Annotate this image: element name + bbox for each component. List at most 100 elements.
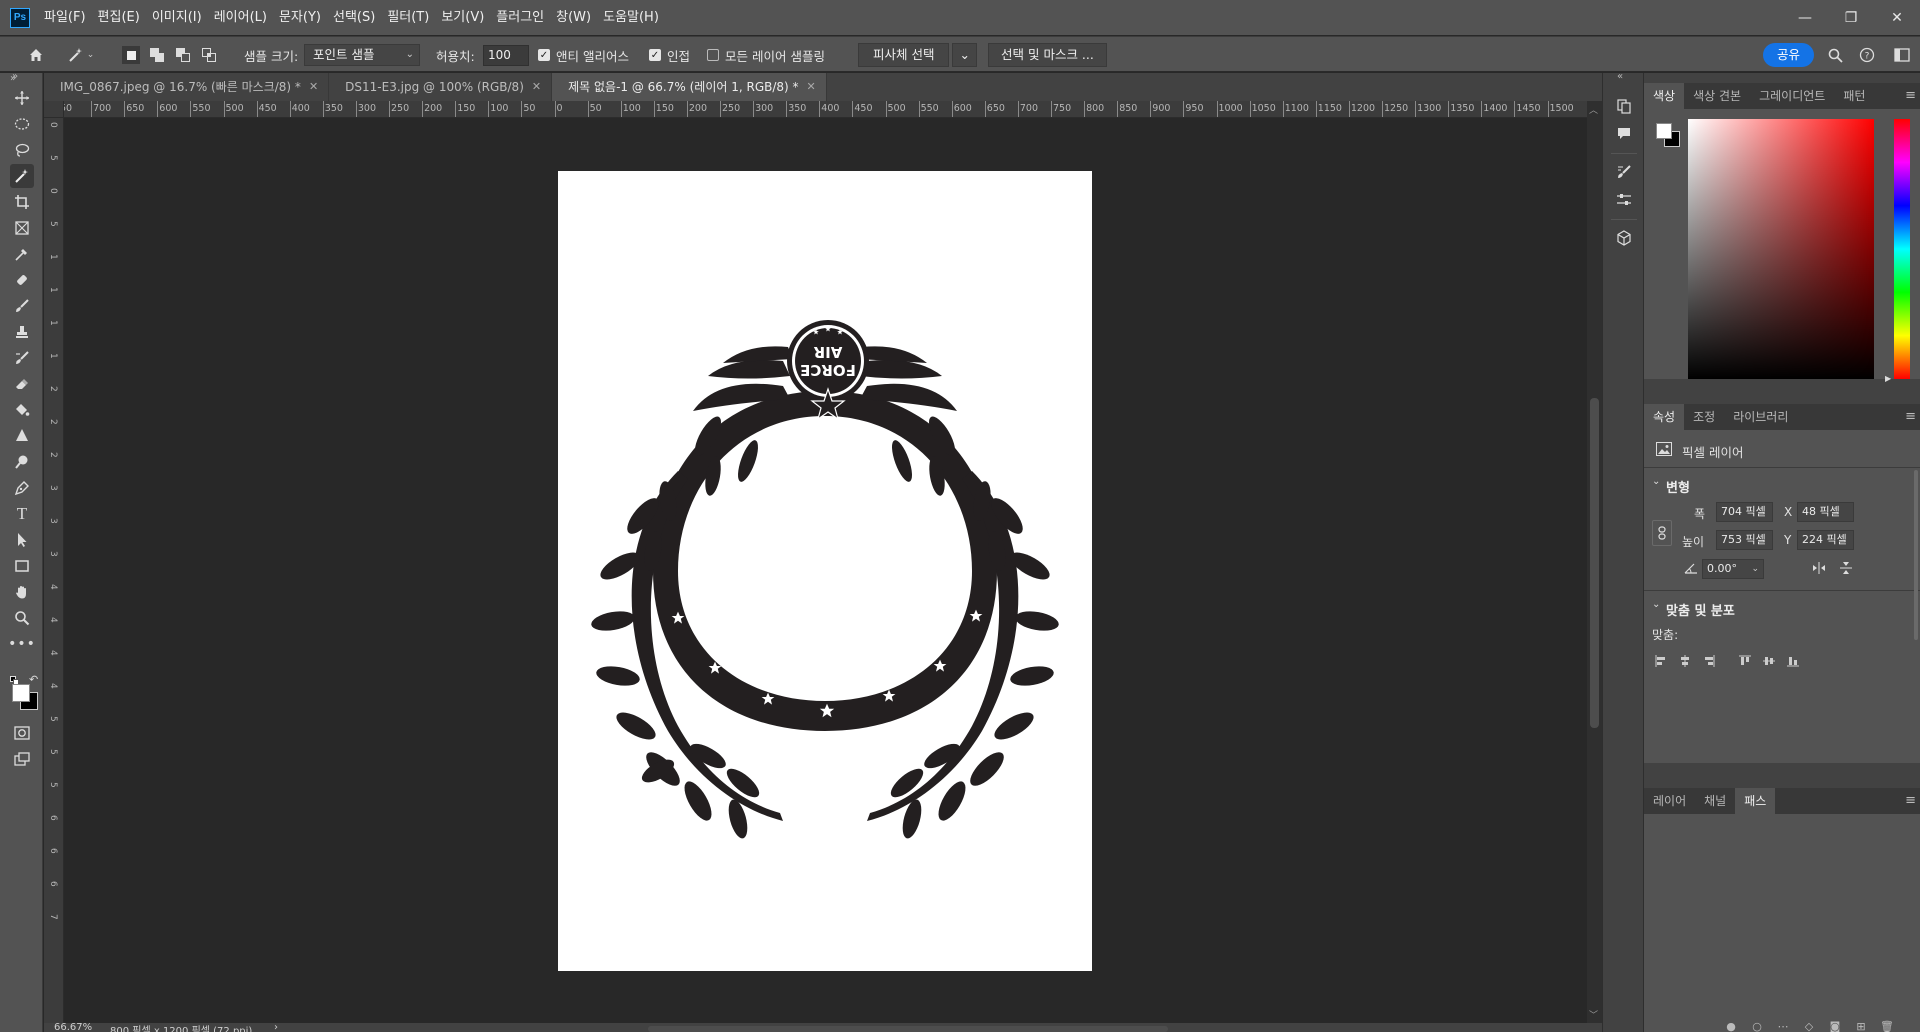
panel-menu-icon[interactable]: ≡ xyxy=(1905,788,1916,814)
history-brush-tool-icon[interactable] xyxy=(10,346,34,370)
restore-button[interactable]: ❐ xyxy=(1828,0,1874,35)
vertical-scroll-thumb[interactable] xyxy=(1590,398,1599,728)
scroll-down-arrow-icon[interactable]: ﹀ xyxy=(1589,1008,1598,1021)
y-input[interactable]: 224 픽셀 xyxy=(1797,530,1854,550)
antialias-checkbox[interactable]: ✓ xyxy=(538,49,550,61)
adjustments-panel-icon[interactable] xyxy=(1613,189,1635,211)
collapse-transform-icon[interactable]: ⌄ xyxy=(1652,476,1660,487)
minimize-button[interactable]: — xyxy=(1782,0,1828,35)
tool-preset-picker[interactable]: ⌄ xyxy=(64,37,98,73)
align-bottom-icon[interactable] xyxy=(1784,652,1802,670)
search-button[interactable] xyxy=(1824,37,1846,73)
tab-channels[interactable]: 채널 xyxy=(1695,788,1735,814)
antialias-option[interactable]: ✓ 앤티 앨리어스 xyxy=(538,37,629,73)
workspace-button[interactable] xyxy=(1888,37,1916,73)
comments-panel-icon[interactable] xyxy=(1613,123,1635,145)
quick-mask-icon[interactable] xyxy=(10,721,34,745)
hue-slider[interactable] xyxy=(1894,119,1910,379)
collapse-panel-icon[interactable]: « xyxy=(1617,71,1623,82)
intersect-selection-button[interactable] xyxy=(198,37,220,73)
paint-bucket-tool-icon[interactable] xyxy=(10,398,34,422)
subtract-selection-button[interactable] xyxy=(172,37,194,73)
vertical-ruler[interactable]: 0 5 0 5 1 1 1 1 2 2 2 3 3 3 4 4 4 4 5 5 5 6 6 6 7 xyxy=(44,118,64,1023)
menu-help[interactable]: 도움말(H) xyxy=(597,0,665,35)
healing-brush-tool-icon[interactable] xyxy=(10,268,34,292)
eyedropper-tool-icon[interactable] xyxy=(10,242,34,266)
align-left-icon[interactable] xyxy=(1652,652,1670,670)
all-layers-option[interactable]: 모든 레이어 샘플링 xyxy=(707,37,825,73)
menu-plugins[interactable]: 플러그인 xyxy=(490,0,550,35)
share-button[interactable]: 공유 xyxy=(1763,43,1815,67)
all-layers-checkbox[interactable] xyxy=(707,49,719,61)
history-panel-icon[interactable] xyxy=(1613,95,1635,117)
close-tab-icon[interactable]: ✕ xyxy=(309,73,318,101)
new-selection-button[interactable] xyxy=(120,37,142,73)
eraser-tool-icon[interactable] xyxy=(10,372,34,396)
tab-adjustments[interactable]: 조정 xyxy=(1684,404,1724,430)
tolerance-input[interactable]: 100 xyxy=(483,44,529,66)
close-tab-icon[interactable]: ✕ xyxy=(807,73,816,101)
tab-patterns[interactable]: 패턴 xyxy=(1834,83,1874,109)
fill-path-icon[interactable]: ● xyxy=(1724,1019,1738,1032)
screen-mode-icon[interactable] xyxy=(10,747,34,771)
menu-window[interactable]: 창(W) xyxy=(550,0,597,35)
zoom-level[interactable]: 66.67% xyxy=(54,1023,92,1032)
stamp-tool-icon[interactable] xyxy=(10,320,34,344)
tab-img-0867[interactable]: IMG_0867.jpeg @ 16.7% (빠른 마스크/8) * ✕ xyxy=(44,73,330,101)
zoom-tool-icon[interactable] xyxy=(10,606,34,630)
close-button[interactable]: ✕ xyxy=(1874,0,1920,35)
select-subject-button[interactable]: 피사체 선택 xyxy=(858,43,950,67)
add-mask-icon[interactable]: ◙ xyxy=(1828,1019,1842,1032)
type-tool-icon[interactable]: T xyxy=(10,502,34,526)
move-tool-icon[interactable] xyxy=(10,86,34,110)
lasso-tool-icon[interactable] xyxy=(10,138,34,162)
more-tools-icon[interactable]: ••• xyxy=(8,632,35,656)
angle-input[interactable]: 0.00° ⌄ xyxy=(1702,559,1764,579)
menu-layer[interactable]: 레이어(L) xyxy=(208,0,273,35)
width-input[interactable]: 704 픽셀 xyxy=(1716,502,1773,522)
collapse-align-icon[interactable]: ⌄ xyxy=(1652,599,1660,610)
tab-libraries[interactable]: 라이브러리 xyxy=(1724,404,1797,430)
menu-edit[interactable]: 편집(E) xyxy=(92,0,146,35)
panel-menu-icon[interactable]: ≡ xyxy=(1905,404,1916,430)
contiguous-checkbox[interactable]: ✓ xyxy=(649,49,661,61)
color-panel-fg-swatch[interactable] xyxy=(1656,123,1672,139)
sample-size-select[interactable]: 포인트 샘플 ⌄ xyxy=(304,37,420,73)
help-button[interactable]: ? xyxy=(1856,37,1878,73)
close-tab-icon[interactable]: ✕ xyxy=(532,73,541,101)
status-menu-arrow[interactable]: › xyxy=(274,1023,278,1032)
make-work-path-icon[interactable]: ◇ xyxy=(1802,1019,1816,1032)
home-button[interactable] xyxy=(24,37,48,73)
scroll-up-arrow-icon[interactable]: ︿ xyxy=(1589,103,1598,116)
tab-layers[interactable]: 레이어 xyxy=(1644,788,1695,814)
align-top-icon[interactable] xyxy=(1736,652,1754,670)
menu-file[interactable]: 파일(F) xyxy=(38,0,92,35)
menu-view[interactable]: 보기(V) xyxy=(435,0,490,35)
marquee-tool-icon[interactable] xyxy=(10,112,34,136)
horizontal-scroll-thumb[interactable] xyxy=(648,1026,1168,1032)
hue-slider-handle[interactable]: ▶ xyxy=(1885,374,1891,383)
tab-untitled-1[interactable]: 제목 없음-1 @ 66.7% (레이어 1, RGB/8) * ✕ xyxy=(552,73,827,101)
load-selection-icon[interactable]: ⋯ xyxy=(1776,1019,1790,1032)
brush-settings-panel-icon[interactable] xyxy=(1613,161,1635,183)
menu-filter[interactable]: 필터(T) xyxy=(381,0,435,35)
height-input[interactable]: 753 픽셀 xyxy=(1716,530,1773,550)
ruler-origin[interactable] xyxy=(44,101,64,118)
tab-gradients[interactable]: 그레이디언트 xyxy=(1750,83,1834,109)
tab-color[interactable]: 색상 xyxy=(1644,83,1685,109)
collapse-tabs-icon[interactable]: » xyxy=(12,71,18,82)
paths-panel[interactable]: ● ○ ⋯ ◇ ◙ ⊞ 🗑 xyxy=(1644,814,1920,1032)
add-selection-button[interactable] xyxy=(146,37,168,73)
link-dimensions-button[interactable] xyxy=(1652,520,1672,546)
color-picker-field[interactable] xyxy=(1688,119,1874,379)
brush-tool-icon[interactable] xyxy=(10,294,34,318)
menu-type[interactable]: 문자(Y) xyxy=(273,0,327,35)
select-and-mask-button[interactable]: 선택 및 마스크 ... xyxy=(988,43,1107,67)
path-select-tool-icon[interactable] xyxy=(10,528,34,552)
rectangle-tool-icon[interactable] xyxy=(10,554,34,578)
align-right-icon[interactable] xyxy=(1700,652,1718,670)
swap-colors-icon[interactable]: ↶ xyxy=(29,673,38,686)
blur-tool-icon[interactable] xyxy=(10,424,34,448)
menu-image[interactable]: 이미지(I) xyxy=(146,0,208,35)
tab-properties[interactable]: 속성 xyxy=(1644,404,1685,430)
